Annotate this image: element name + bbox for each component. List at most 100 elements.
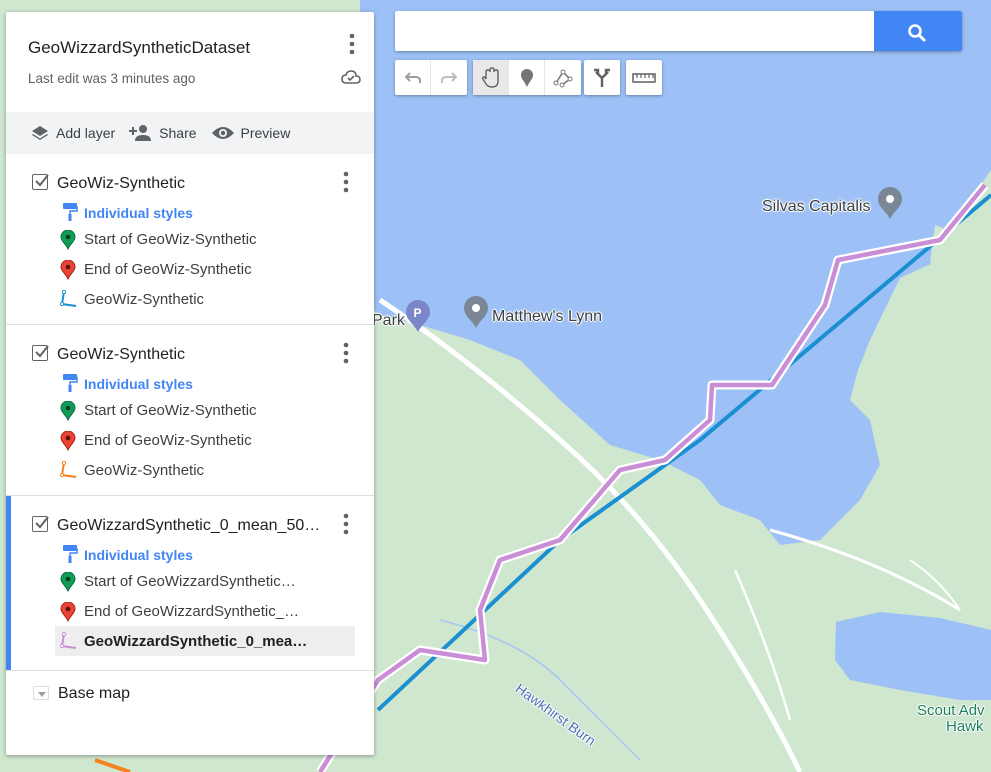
paint-roller-icon [63, 545, 78, 563]
check-icon [35, 345, 49, 358]
search-input[interactable] [395, 11, 874, 51]
layer-2-styles-label[interactable]: Individual styles [84, 376, 193, 392]
draw-line-button[interactable] [545, 60, 581, 95]
line-icon [60, 290, 77, 307]
layer-3: GeoWizzardSynthetic_0_mean_50… Individua… [6, 496, 374, 671]
last-edit-text: Last edit was 3 minutes ago [28, 71, 196, 86]
layer-2-item-start[interactable]: Start of GeoWiz-Synthetic [55, 395, 355, 425]
undo-icon [404, 71, 421, 83]
layer-2-options-button[interactable] [338, 341, 354, 367]
more-vert-icon [343, 342, 349, 364]
preview-button[interactable]: Preview [211, 125, 291, 141]
add-directions-button[interactable] [584, 60, 620, 95]
line-icon [60, 632, 77, 649]
layer-1-styles-label[interactable]: Individual styles [84, 205, 193, 221]
layer-3-item-start-label: Start of GeoWizzardSynthetic… [84, 573, 296, 590]
layer-1-item-start[interactable]: Start of GeoWiz-Synthetic [55, 224, 355, 254]
undo-button[interactable] [395, 60, 431, 95]
layer-3-item-end[interactable]: End of GeoWizzardSynthetic_… [55, 596, 355, 626]
layer-2-item-start-label: Start of GeoWiz-Synthetic [84, 402, 257, 419]
eye-icon [211, 127, 234, 139]
directions-toolbar [584, 60, 620, 95]
measure-toolbar [626, 60, 662, 95]
layer-1-item-end-label: End of GeoWiz-Synthetic [84, 261, 252, 278]
base-map-label: Base map [58, 685, 131, 702]
layer-1-item-start-label: Start of GeoWiz-Synthetic [84, 231, 257, 248]
layer-2-name[interactable]: GeoWiz-Synthetic [57, 346, 322, 364]
add-marker-button[interactable] [509, 60, 545, 95]
search-button[interactable] [874, 11, 962, 51]
redo-icon [441, 71, 458, 83]
layer-3-item-line[interactable]: GeoWizzardSynthetic_0_mea… [55, 626, 355, 656]
add-layer-button[interactable]: Add layer [30, 124, 115, 142]
green-pin-icon [60, 401, 76, 421]
red-pin-icon [60, 260, 76, 280]
map-title[interactable]: GeoWizzardSyntheticDataset [28, 38, 250, 58]
base-map-section[interactable]: Base map [6, 671, 374, 715]
layer-3-name[interactable]: GeoWizzardSynthetic_0_mean_50… [57, 517, 322, 535]
layer-1-item-end[interactable]: End of GeoWiz-Synthetic [55, 254, 355, 284]
layers-icon [32, 126, 48, 140]
pan-tool-button[interactable] [473, 60, 509, 95]
share-label: Share [159, 125, 197, 141]
svg-text:P: P [414, 306, 422, 320]
layer-2-item-line-label: GeoWiz-Synthetic [84, 462, 205, 479]
layer-2-item-line[interactable]: GeoWiz-Synthetic [55, 455, 355, 485]
ruler-icon [632, 72, 656, 83]
layer-3-styles-label[interactable]: Individual styles [84, 547, 193, 563]
map-label-matthews-lynn[interactable]: Matthew's Lynn [492, 308, 602, 326]
check-icon [35, 174, 49, 187]
red-pin-icon [60, 602, 76, 622]
hand-icon [481, 66, 499, 88]
map-label-silvas-capitalis[interactable]: Silvas Capitalis [762, 198, 870, 216]
measure-button[interactable] [626, 60, 662, 95]
layer-1-options-button[interactable] [338, 170, 354, 196]
search-bar [395, 11, 962, 51]
redo-button[interactable] [431, 60, 467, 95]
more-vert-icon [343, 171, 349, 193]
layer-2-checkbox[interactable] [32, 345, 49, 361]
layer-3-item-start[interactable]: Start of GeoWizzardSynthetic… [55, 566, 355, 596]
map-options-button[interactable] [344, 32, 360, 58]
layer-1-styles[interactable]: Individual styles [6, 194, 374, 224]
person-add-icon [129, 125, 152, 141]
layer-1-name[interactable]: GeoWiz-Synthetic [57, 175, 322, 193]
cloud-saved-icon [341, 70, 361, 84]
line-icon [60, 461, 77, 478]
marker-icon [520, 68, 533, 87]
layer-3-item-end-label: End of GeoWizzardSynthetic_… [84, 603, 300, 620]
layer-1-item-line[interactable]: GeoWiz-Synthetic [55, 284, 355, 314]
draw-line-icon [553, 69, 573, 87]
paint-roller-icon [63, 374, 78, 392]
base-map-toggle[interactable] [33, 686, 49, 700]
preview-label: Preview [240, 125, 291, 141]
layer-2-item-end-label: End of GeoWiz-Synthetic [84, 432, 252, 449]
layer-3-item-line-label: GeoWizzardSynthetic_0_mea… [84, 633, 308, 650]
layer-2: GeoWiz-Synthetic Individual styles Start… [6, 325, 374, 496]
add-layer-label: Add layer [56, 125, 116, 141]
map-label-scout-2[interactable]: Hawk [946, 718, 984, 735]
panel-header: GeoWizzardSyntheticDataset Last edit was… [6, 12, 374, 112]
share-button[interactable]: Share [129, 124, 197, 142]
map-label-park[interactable]: Park [372, 312, 405, 330]
layer-2-styles[interactable]: Individual styles [6, 365, 374, 395]
layer-3-options-button[interactable] [338, 512, 354, 538]
layers-panel: GeoWizzardSyntheticDataset Last edit was… [6, 12, 374, 755]
more-vert-icon [349, 33, 355, 55]
paint-roller-icon [63, 203, 78, 221]
triangle-down-icon [38, 692, 46, 697]
layer-1-checkbox[interactable] [32, 174, 49, 190]
tools-toolbar [473, 60, 581, 95]
more-vert-icon [343, 513, 349, 535]
layer-3-checkbox[interactable] [32, 516, 49, 532]
directions-icon [594, 68, 610, 87]
red-pin-icon [60, 431, 76, 451]
layer-3-styles[interactable]: Individual styles [6, 536, 374, 566]
map-label-scout-1[interactable]: Scout Adv [917, 702, 985, 719]
green-pin-icon [60, 230, 76, 250]
panel-actions: Add layer Share Preview [6, 112, 374, 154]
undo-redo-toolbar [395, 60, 467, 95]
search-icon [908, 24, 926, 42]
layer-1-item-line-label: GeoWiz-Synthetic [84, 291, 205, 308]
layer-2-item-end[interactable]: End of GeoWiz-Synthetic [55, 425, 355, 455]
